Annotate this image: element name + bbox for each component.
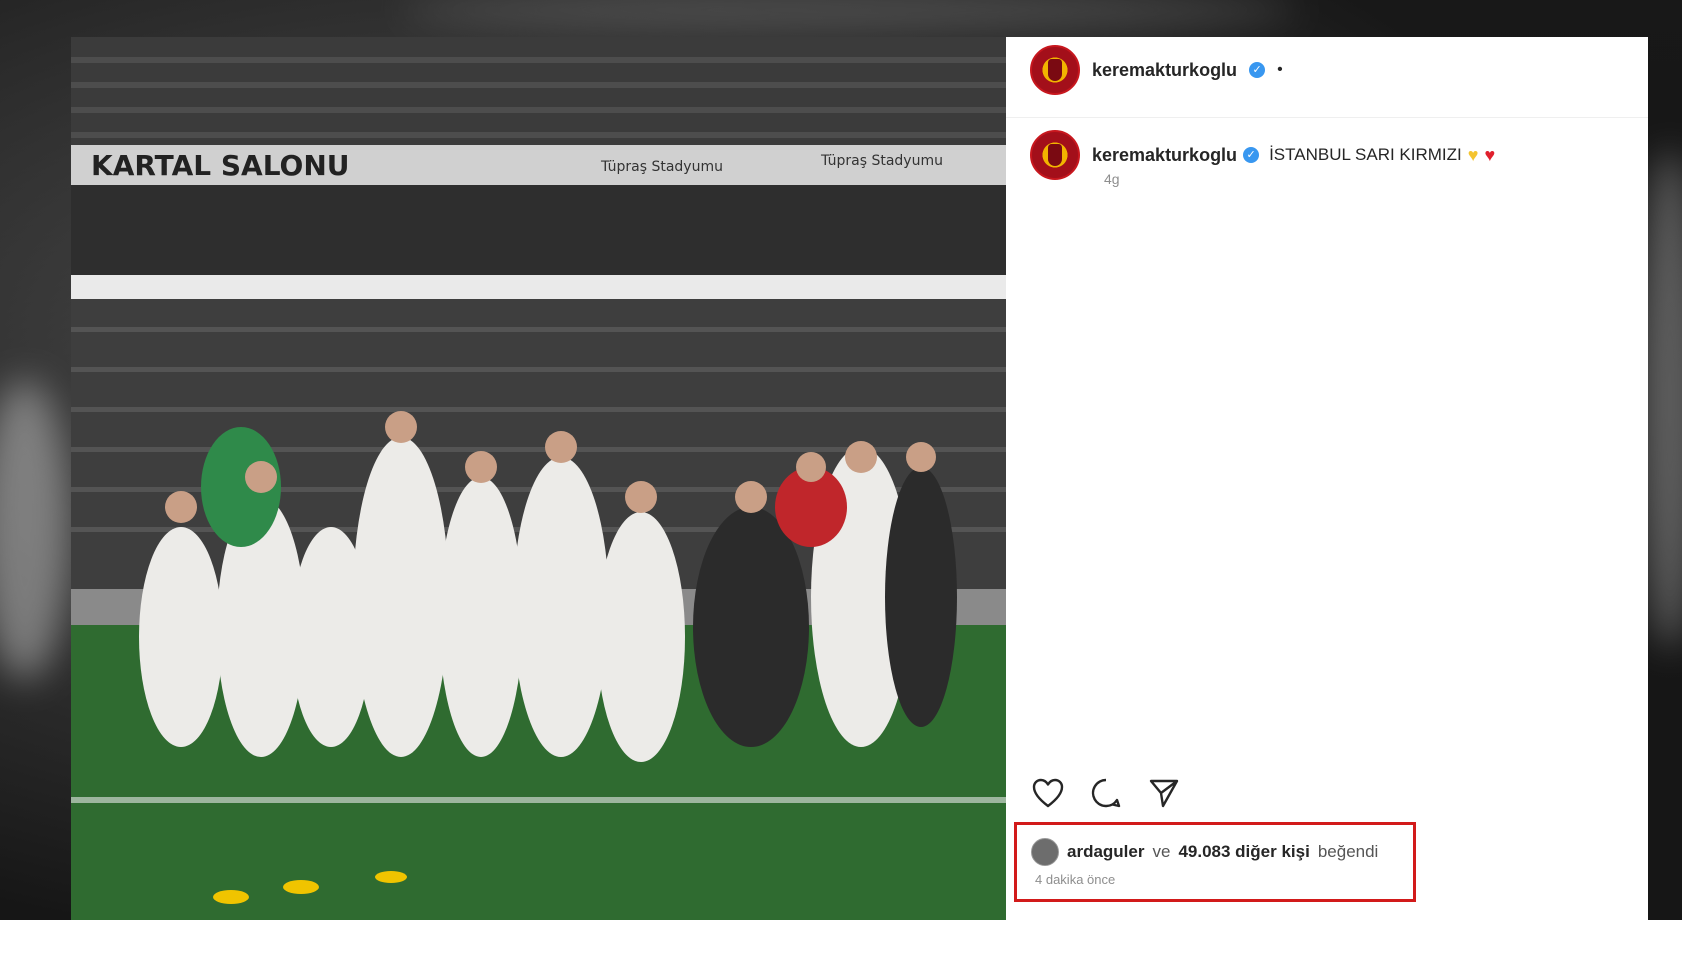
post-details-panel: keremakturkoglu ✓ • keremakturkoglu ✓ İS…	[1006, 37, 1648, 920]
like-button[interactable]	[1030, 775, 1066, 811]
post-actions	[1030, 775, 1182, 811]
likes-highlight-box: ardaguler ve 49.083 diğer kişi beğendi 4…	[1014, 822, 1416, 902]
likes-connector: ve	[1152, 842, 1171, 861]
profile-avatar[interactable]	[1030, 45, 1080, 95]
caption-time: 4g	[1104, 171, 1120, 187]
header-username[interactable]: keremakturkoglu	[1092, 60, 1237, 81]
caption-username[interactable]: keremakturkoglu	[1092, 145, 1237, 166]
banner-text-right-2: Tüpraş Stadyumu	[820, 153, 943, 169]
banner-text-left: KARTAL SALONU	[91, 149, 350, 182]
liker-username[interactable]: ardaguler	[1067, 842, 1144, 862]
red-heart-emoji-icon: ♥	[1484, 144, 1496, 165]
comment-button[interactable]	[1088, 775, 1124, 811]
yellow-heart-emoji-icon: ♥	[1467, 144, 1479, 165]
banner-text-right-1: Tüpraş Stadyumu	[600, 159, 723, 175]
comment-icon	[1091, 778, 1121, 808]
heart-icon	[1032, 778, 1064, 808]
verified-badge-icon: ✓	[1243, 147, 1260, 163]
verified-badge-icon: ✓	[1249, 62, 1266, 78]
post-header: keremakturkoglu ✓ •	[1030, 45, 1283, 95]
likes-summary: ardaguler ve 49.083 diğer kişi beğendi	[1031, 838, 1378, 866]
header-dot: •	[1277, 61, 1283, 78]
bottom-band	[0, 920, 1682, 962]
caption-body: İSTANBUL SARI KIRMIZI	[1269, 145, 1462, 164]
post-photo[interactable]: KARTAL SALONU Tüpraş Stadyumu Tüpraş Sta…	[71, 37, 1006, 920]
post-timestamp: 4 dakika önce	[1035, 872, 1116, 887]
caption-row: keremakturkoglu ✓ İSTANBUL SARI KIRMIZI …	[1030, 130, 1495, 180]
team-celebration-image: KARTAL SALONU Tüpraş Stadyumu Tüpraş Sta…	[71, 37, 1006, 920]
caption-text: keremakturkoglu ✓ İSTANBUL SARI KIRMIZI …	[1092, 130, 1495, 180]
likes-suffix: beğendi	[1317, 842, 1379, 861]
send-icon	[1149, 779, 1179, 808]
header-divider	[1006, 117, 1648, 118]
likes-count[interactable]: 49.083 diğer kişi	[1178, 842, 1309, 862]
liker-avatar[interactable]	[1031, 838, 1059, 866]
caption-avatar[interactable]	[1030, 130, 1080, 180]
share-button[interactable]	[1146, 775, 1182, 811]
